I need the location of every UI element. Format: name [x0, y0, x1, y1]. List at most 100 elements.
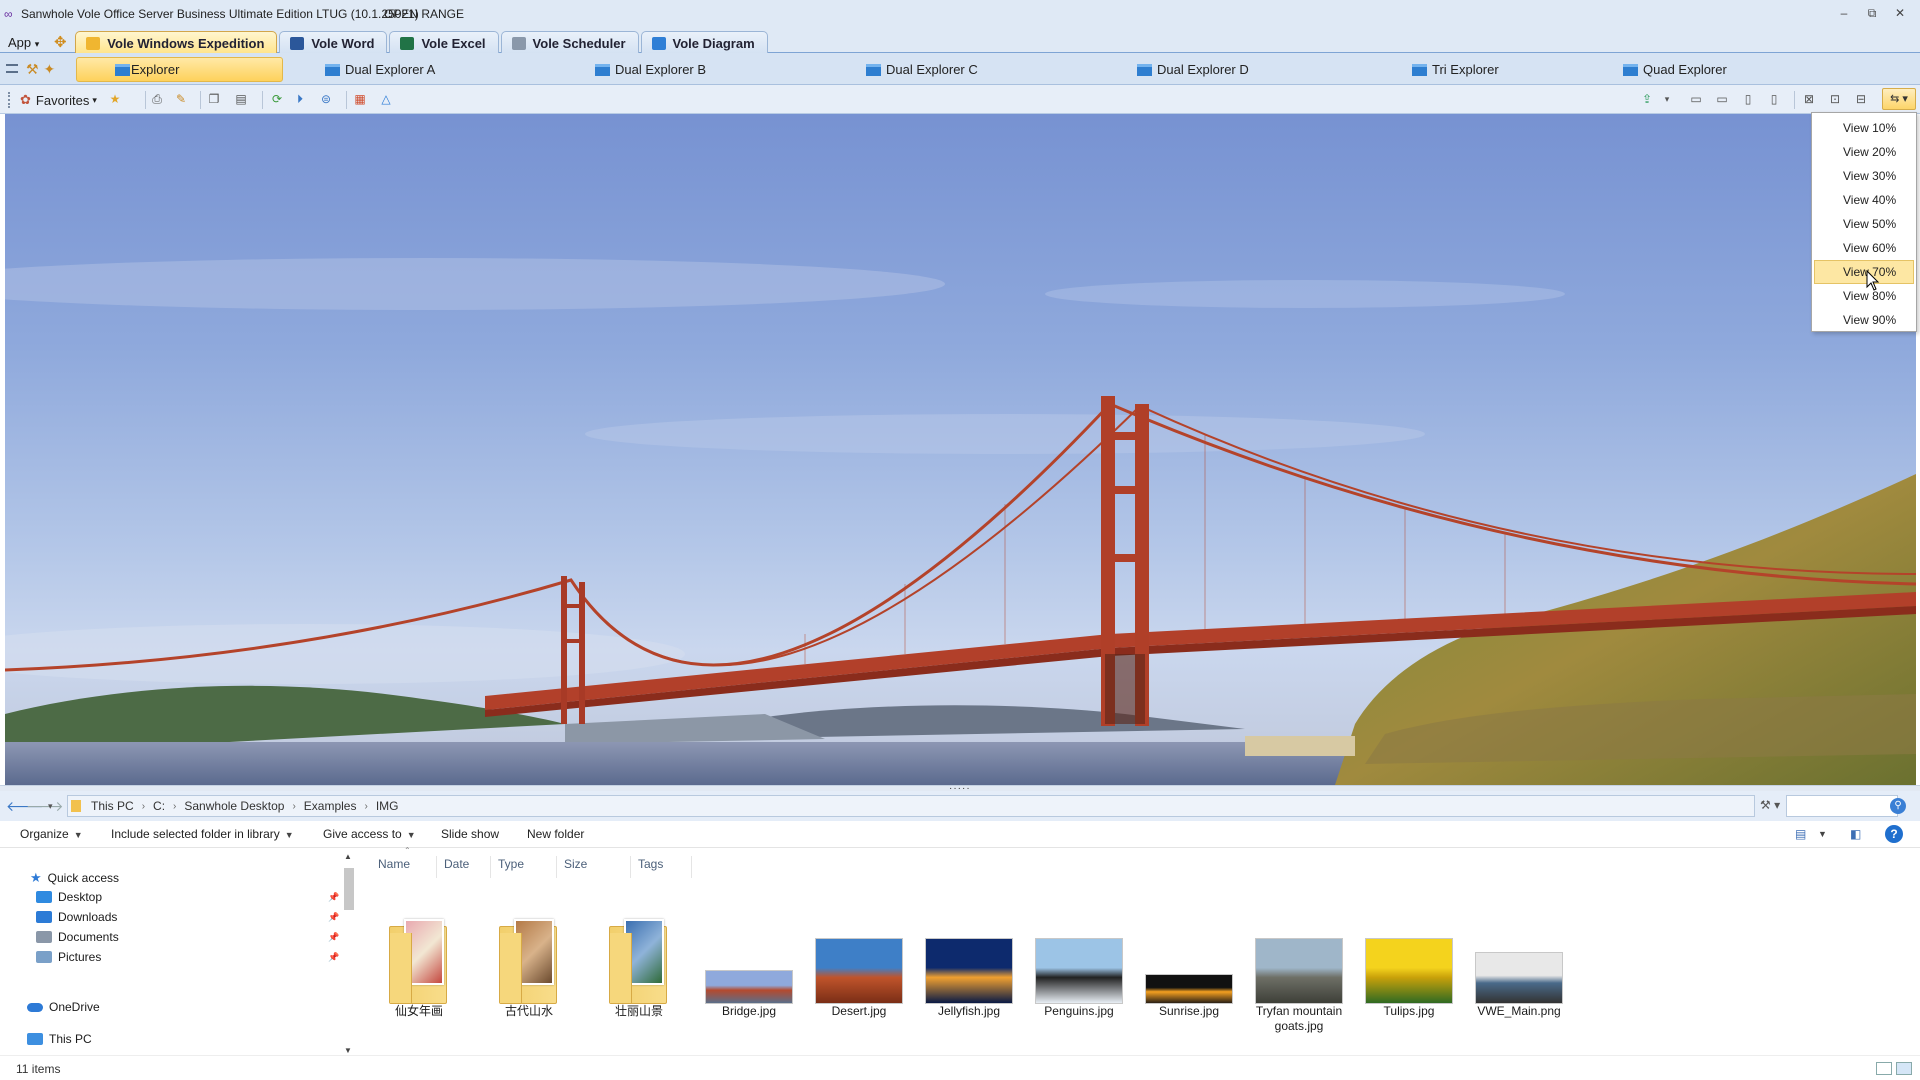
clean-icon[interactable]: ✎ [172, 91, 190, 107]
zoom-option-view-30[interactable]: View 30% [1814, 164, 1914, 188]
sidebar-item-pictures[interactable]: Pictures [36, 950, 101, 964]
app-tab-vole-diagram[interactable]: Vole Diagram [640, 31, 768, 54]
help-icon[interactable]: ? [1885, 825, 1903, 843]
chevron-down-icon[interactable]: ▾ [1658, 91, 1676, 107]
chevron-down-icon[interactable]: ▼ [1818, 829, 1827, 839]
pin-icon[interactable]: 📌 [328, 912, 339, 923]
app-tab-vole-scheduler[interactable]: Vole Scheduler [500, 31, 639, 54]
column-header-tags[interactable]: Tags [631, 856, 692, 878]
restore-button[interactable]: ⧉ [1862, 6, 1882, 22]
layout-left-icon[interactable]: ▯ [1739, 91, 1757, 107]
sidebar-item-documents[interactable]: Documents [36, 930, 119, 944]
close-button[interactable]: ✕ [1890, 6, 1910, 22]
explorer-tab-dual-explorer-d[interactable]: Dual Explorer D [1137, 57, 1249, 82]
large-icons-view-icon[interactable] [1896, 1062, 1912, 1075]
column-header-size[interactable]: Size [557, 856, 631, 878]
file-item[interactable]: Tryfan mountain goats.jpg [1251, 904, 1347, 1034]
new-folder-button[interactable]: New folder [527, 827, 584, 841]
toolbar-grip[interactable] [6, 64, 18, 73]
layout-bottom-icon[interactable]: ▭ [1713, 91, 1731, 107]
nav-this-pc[interactable]: This PC [27, 1032, 92, 1046]
explorer-tab-dual-explorer-a[interactable]: Dual Explorer A [325, 57, 435, 82]
search-icon[interactable]: ⚲ [1890, 798, 1906, 814]
fit-width-icon[interactable]: ⊡ [1826, 91, 1844, 107]
pin-icon[interactable]: 📌 [328, 952, 339, 963]
nav-quick-access[interactable]: ★ Quick access [30, 870, 119, 886]
paste-icon[interactable]: ▤ [232, 91, 250, 107]
file-item[interactable]: 壮丽山景 [591, 904, 687, 1019]
preview-pane-icon[interactable]: ◧ [1850, 827, 1861, 841]
nav-scrollbar[interactable]: ▲ ▼ [342, 852, 356, 1055]
zoom-option-view-10[interactable]: View 10% [1814, 116, 1914, 140]
file-item[interactable]: Desert.jpg [811, 904, 907, 1019]
search-input[interactable] [1786, 795, 1898, 817]
move-handle-icon[interactable]: ✥ [47, 32, 73, 54]
app-tab-vole-excel[interactable]: Vole Excel [389, 31, 499, 54]
scroll-thumb[interactable] [344, 868, 354, 910]
add-favorite-icon[interactable]: ★ [106, 91, 124, 107]
file-item[interactable]: Jellyfish.jpg [921, 904, 1017, 1019]
view-zoom-button[interactable]: ⇆ ▾ [1882, 88, 1916, 110]
slideshow-button[interactable]: Slide show [441, 827, 499, 841]
pin-icon[interactable]: 📌 [328, 892, 339, 903]
file-item[interactable]: Penguins.jpg [1031, 904, 1127, 1019]
toolbar-grip[interactable] [8, 92, 10, 108]
layout-top-icon[interactable]: ▭ [1687, 91, 1705, 107]
copy-icon[interactable]: ❐ [205, 91, 223, 107]
file-item[interactable]: 仙女年画 [371, 904, 467, 1019]
include-library-button[interactable]: Include selected folder in library ▼ [111, 827, 294, 841]
organize-button[interactable]: Organize ▼ [20, 827, 83, 841]
fit-view-icon[interactable]: ⊠ [1800, 91, 1818, 107]
recent-locations-icon[interactable]: ▾ [48, 801, 53, 812]
zoom-option-view-60[interactable]: View 60% [1814, 236, 1914, 260]
column-header-date[interactable]: Date [437, 856, 491, 878]
column-header-type[interactable]: Type [491, 856, 557, 878]
sidebar-item-desktop[interactable]: Desktop [36, 890, 102, 904]
file-item[interactable]: Sunrise.jpg [1141, 904, 1237, 1019]
zoom-option-view-90[interactable]: View 90% [1814, 308, 1914, 332]
triangle-icon[interactable]: △ [377, 91, 395, 107]
zoom-option-view-40[interactable]: View 40% [1814, 188, 1914, 212]
fit-height-icon[interactable]: ⊟ [1852, 91, 1870, 107]
favorites-button[interactable]: ✿ Favorites ▾ [20, 92, 97, 108]
app-tab-vole-windows-expedition[interactable]: Vole Windows Expedition [75, 31, 278, 54]
tool-icons[interactable]: ⚒✦ [26, 61, 60, 78]
address-breadcrumb[interactable]: This PC › C: › Sanwhole Desktop › Examples › IMG [67, 795, 1755, 817]
zoom-option-view-80[interactable]: View 80% [1814, 284, 1914, 308]
file-item[interactable]: VWE_Main.png [1471, 904, 1567, 1019]
play-icon[interactable]: ⏵ [291, 91, 309, 107]
explorer-tab-tri-explorer[interactable]: Tri Explorer [1412, 57, 1499, 82]
pin-icon[interactable]: 📌 [328, 932, 339, 943]
explorer-tab-dual-explorer-b[interactable]: Dual Explorer B [595, 57, 706, 82]
explorer-tab-explorer[interactable]: Explorer [76, 57, 283, 82]
file-item[interactable]: 古代山水 [481, 904, 577, 1019]
apps-icon[interactable]: ▦ [351, 91, 369, 107]
file-item[interactable]: Tulips.jpg [1361, 904, 1457, 1019]
zoom-option-view-20[interactable]: View 20% [1814, 140, 1914, 164]
breadcrumb-item[interactable]: Sanwhole Desktop [178, 799, 290, 813]
column-header-name[interactable]: Name [371, 856, 437, 878]
breadcrumb-item[interactable]: Examples [298, 799, 363, 813]
change-view-icon[interactable]: ▤ [1795, 827, 1806, 841]
scroll-down-icon[interactable]: ▼ [344, 1046, 352, 1055]
stop-icon[interactable]: ⊜ [317, 91, 335, 107]
file-item[interactable]: Bridge.jpg [701, 904, 797, 1019]
nav-onedrive[interactable]: OneDrive [27, 1000, 100, 1014]
zoom-option-view-70[interactable]: View 70% [1814, 260, 1914, 284]
scroll-up-icon[interactable]: ▲ [344, 852, 352, 861]
forward-arrow-icon[interactable]: 🡒 [26, 798, 64, 815]
app-menu[interactable]: App ▾ [0, 32, 47, 54]
breadcrumb-item[interactable]: IMG [370, 799, 405, 813]
search-options-icon[interactable]: ⚒ ▾ [1760, 798, 1780, 812]
refresh-icon[interactable]: ⟳ [268, 91, 286, 107]
layout-right-icon[interactable]: ▯ [1765, 91, 1783, 107]
breadcrumb-item[interactable]: C: [147, 799, 171, 813]
print-icon[interactable]: ⎙ [148, 91, 166, 107]
explorer-tab-dual-explorer-c[interactable]: Dual Explorer C [866, 57, 978, 82]
sidebar-item-downloads[interactable]: Downloads [36, 910, 117, 924]
minimize-button[interactable]: – [1834, 6, 1854, 22]
details-view-icon[interactable] [1876, 1062, 1892, 1075]
app-tab-vole-word[interactable]: Vole Word [279, 31, 388, 54]
explorer-tab-quad-explorer[interactable]: Quad Explorer [1623, 57, 1727, 82]
zoom-option-view-50[interactable]: View 50% [1814, 212, 1914, 236]
